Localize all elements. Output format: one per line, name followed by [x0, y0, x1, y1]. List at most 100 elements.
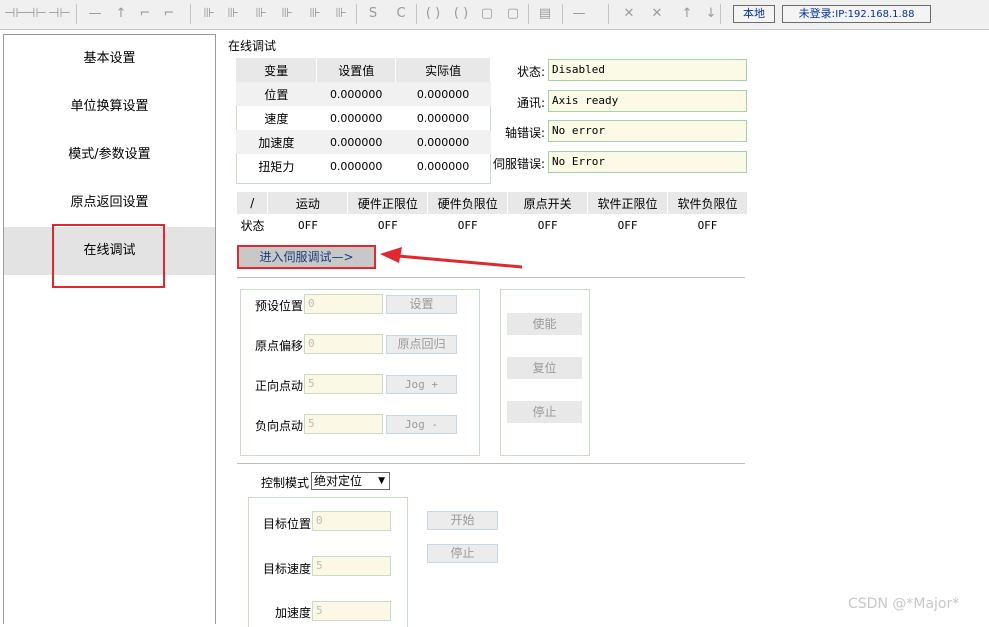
enter-servo-debug-button[interactable]: 进入伺服调试—>: [237, 245, 376, 269]
var-actual: 0.000000: [395, 130, 491, 154]
sidebar-item-homing[interactable]: 原点返回设置: [4, 179, 215, 227]
vars-table: 变量 设置值 实际值 位置 0.000000 0.000000 速度 0.000…: [236, 58, 491, 178]
toolbar: ⊣⊢ ⊣⊢ ⊣⊢ — ↑ ⌐ ⌐ ⊪ ⊪ ⊪ ⊪ ⊪ ⊪ S C( )( ) ▢ ▢ ▤ — ✕ ✕ ↑ ↓ 本地 未登录:…: [0, 0, 989, 30]
col-header: /: [237, 192, 269, 214]
reset-button[interactable]: 复位: [507, 357, 582, 379]
coil-icon[interactable]: ⊪: [200, 5, 218, 23]
io-status-table: / 运动 硬件正限位 硬件负限位 原点开关 软件正限位 软件负限位 状态 OFF…: [237, 192, 748, 236]
target-position-input[interactable]: 0: [312, 511, 391, 531]
chevron-down-icon: ▼: [378, 476, 385, 486]
toolbar-separator: [528, 4, 529, 24]
line-icon[interactable]: —: [86, 5, 104, 23]
target-speed-label: 目标速度: [263, 562, 312, 576]
login-status-button[interactable]: 未登录:IP:192.168.1.88: [782, 5, 931, 23]
target-position-label: 目标位置: [263, 517, 312, 531]
arrow-down-icon[interactable]: ↓: [702, 5, 720, 23]
toolbar-separator: [608, 4, 609, 24]
var-set: 0.000000: [329, 111, 383, 125]
set-button[interactable]: 设置: [386, 295, 457, 314]
toolbar-separator: [356, 4, 357, 24]
servo-error-field: No Error: [548, 151, 747, 173]
control-stop-button[interactable]: 停止: [427, 544, 498, 563]
state-label: 状态:: [517, 65, 546, 79]
highlight-box: [52, 224, 165, 288]
var-actual: 0.000000: [416, 111, 470, 125]
jog-forward-label: 正向点动: [255, 379, 304, 393]
io-value: OFF: [697, 218, 718, 232]
bracket-icon[interactable]: ( ): [452, 5, 470, 23]
contact-icon[interactable]: ⊣⊢: [24, 5, 47, 23]
reset-icon[interactable]: C: [392, 5, 410, 23]
table-icon[interactable]: ▤: [536, 5, 554, 23]
arrow-up-icon[interactable]: ↑: [678, 5, 696, 23]
col-header: 软件正限位: [587, 192, 668, 214]
bracket-icon[interactable]: ( ): [424, 5, 442, 23]
annotation-arrow-icon: [380, 247, 523, 269]
var-actual: 0.000000: [416, 159, 470, 173]
control-mode-select[interactable]: 绝对定位 ▼: [311, 472, 390, 490]
axis-error-field: No error: [548, 120, 747, 142]
ip-label: IP:192.168.1.88: [835, 9, 915, 20]
sidebar-item-mode-params[interactable]: 模式/参数设置: [4, 131, 215, 179]
col-header: 硬件正限位: [347, 192, 429, 214]
var-set: 0.000000: [316, 130, 396, 154]
var-name: 扭矩力: [258, 159, 295, 174]
jog-plus-button[interactable]: Jog +: [386, 375, 457, 394]
preset-position-input[interactable]: 0: [304, 294, 383, 314]
jog-minus-button[interactable]: Jog -: [386, 415, 457, 434]
local-button[interactable]: 本地: [733, 5, 775, 23]
var-name: 加速度: [236, 130, 317, 154]
state-field: Disabled: [548, 59, 747, 81]
coil-icon[interactable]: ⊪: [278, 5, 296, 23]
var-name: 速度: [264, 111, 289, 126]
table-row: 速度 0.000000 0.000000: [236, 106, 491, 130]
io-value: OFF: [297, 218, 318, 232]
toolbar-separator: [720, 4, 721, 24]
jog-forward-input[interactable]: 5: [304, 374, 383, 394]
origin-offset-label: 原点偏移: [255, 339, 304, 353]
stop-button[interactable]: 停止: [507, 401, 582, 423]
acceleration-label: 加速度: [275, 606, 312, 620]
set-icon[interactable]: S: [364, 5, 382, 23]
col-header: 运动: [267, 192, 349, 214]
io-value: OFF: [377, 218, 398, 232]
table-row: 状态 OFF OFF OFF OFF OFF OFF: [237, 214, 748, 236]
acceleration-input[interactable]: 5: [312, 601, 391, 621]
var-set: 0.000000: [316, 82, 396, 106]
toolbar-separator: [190, 4, 191, 24]
coil-icon[interactable]: ⊪: [332, 5, 350, 23]
coil-icon[interactable]: ⊪: [306, 5, 324, 23]
target-speed-input[interactable]: 5: [312, 556, 391, 576]
watermark: CSDN @*Major*: [848, 596, 960, 612]
coil-icon[interactable]: ⊪: [224, 5, 242, 23]
table-row: 位置 0.000000 0.000000: [236, 82, 491, 106]
step-icon[interactable]: ⌐: [136, 5, 154, 23]
func-icon[interactable]: ▢: [478, 5, 496, 23]
coil-icon[interactable]: ⊪: [252, 5, 270, 23]
io-value: OFF: [457, 218, 478, 232]
divider: [237, 277, 745, 278]
step-icon[interactable]: ⌐: [160, 5, 178, 23]
contact-icon[interactable]: ⊣⊢: [48, 5, 71, 23]
section-title: 在线调试: [228, 39, 277, 53]
homing-button[interactable]: 原点回归: [386, 335, 457, 354]
line-icon[interactable]: —: [570, 5, 588, 23]
toolbar-separator: [416, 4, 417, 24]
origin-offset-input[interactable]: 0: [304, 334, 383, 354]
enable-button[interactable]: 使能: [507, 313, 582, 335]
divider: [237, 463, 745, 464]
sidebar-item-unit-conversion[interactable]: 单位换算设置: [4, 83, 215, 131]
jog-reverse-input[interactable]: 5: [304, 414, 383, 434]
jog-reverse-label: 负向点动: [255, 419, 304, 433]
table-row: 加速度 0.000000 0.000000: [236, 130, 491, 154]
arrow-up-icon[interactable]: ↑: [112, 5, 130, 23]
cross-icon[interactable]: ✕: [648, 5, 666, 23]
row-label: 状态: [240, 218, 265, 233]
cross-icon[interactable]: ✕: [620, 5, 638, 23]
col-header-variable: 变量: [236, 58, 318, 82]
login-label: 未登录:: [798, 7, 836, 20]
sidebar-item-basic-settings[interactable]: 基本设置: [4, 35, 215, 83]
start-button[interactable]: 开始: [427, 511, 498, 530]
contact-icon[interactable]: ⊣⊢: [4, 5, 27, 23]
func-icon[interactable]: ▢: [504, 5, 522, 23]
